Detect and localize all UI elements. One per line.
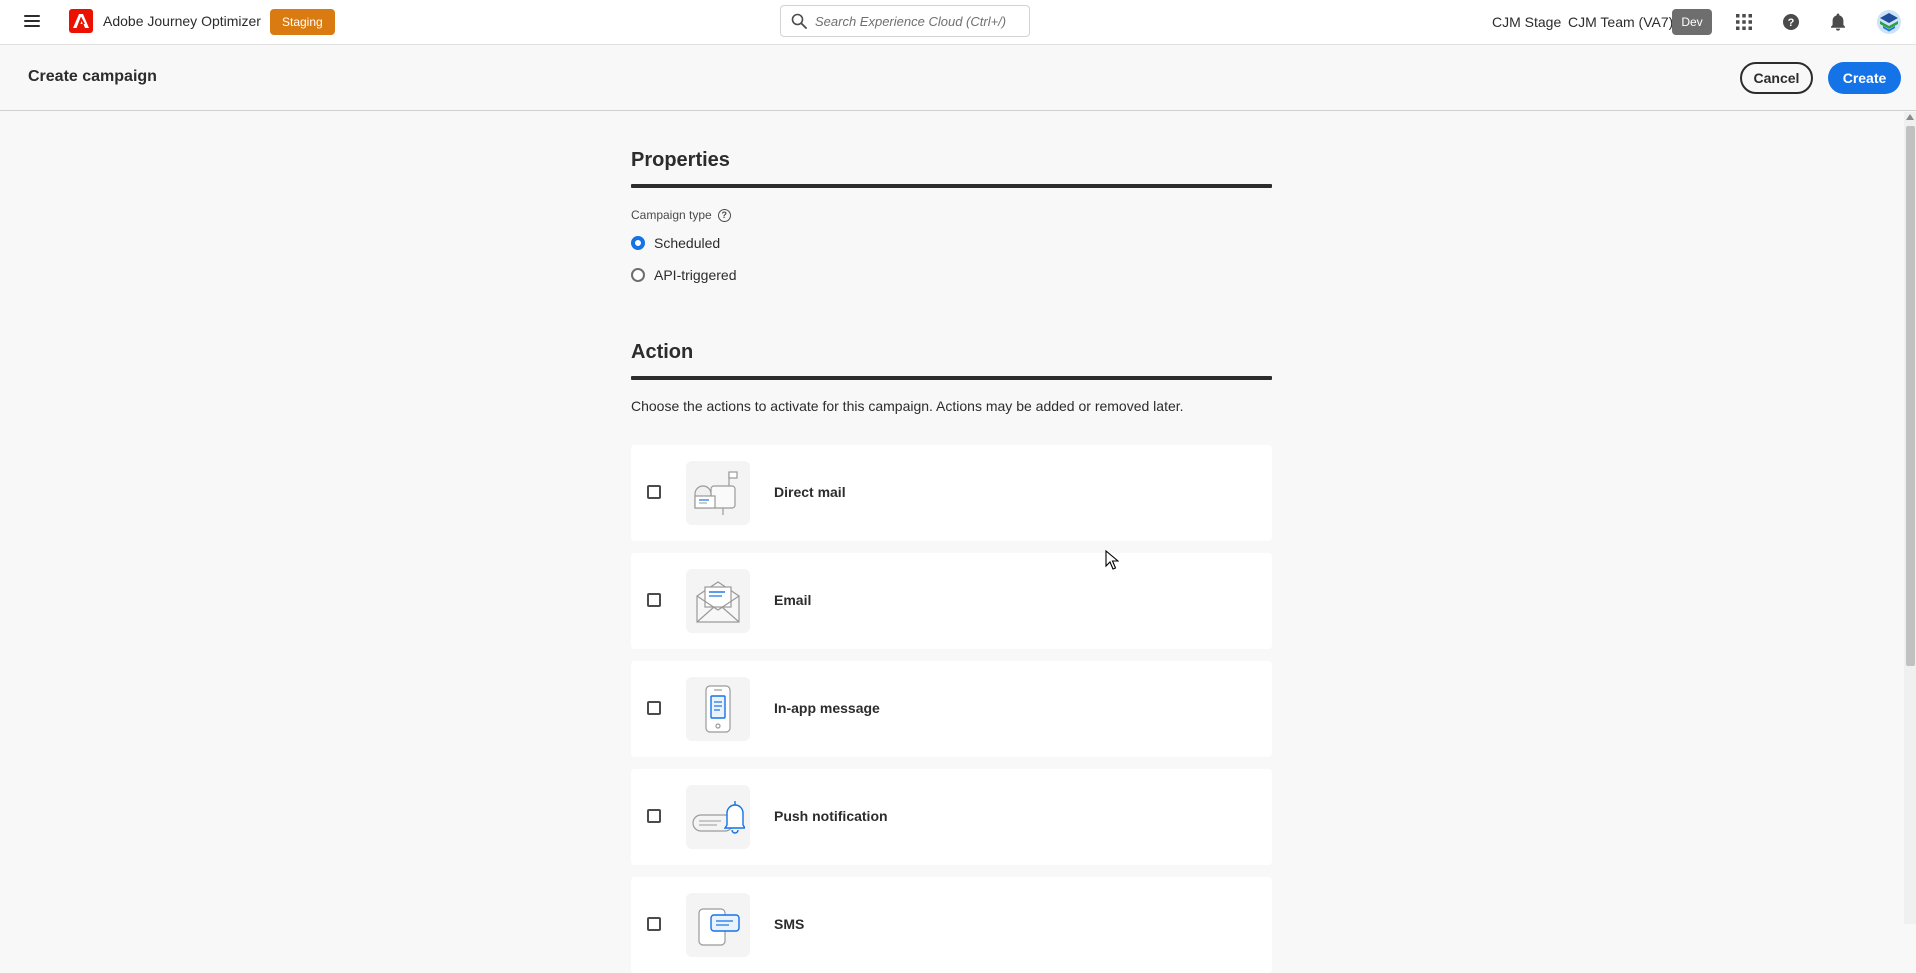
direct-mail-checkbox[interactable] xyxy=(647,485,661,499)
direct-mail-label: Direct mail xyxy=(774,484,846,500)
radio-button-checked[interactable] xyxy=(631,236,645,250)
email-checkbox[interactable] xyxy=(647,593,661,607)
envelope-icon xyxy=(686,569,750,633)
sandbox-badge[interactable]: Dev xyxy=(1672,9,1712,35)
properties-heading: Properties xyxy=(631,149,730,171)
search-icon xyxy=(791,13,807,29)
app-switcher-icon[interactable] xyxy=(1733,11,1755,33)
cancel-button[interactable]: Cancel xyxy=(1740,62,1813,94)
phone-icon xyxy=(686,677,750,741)
action-card-email[interactable]: Email xyxy=(631,553,1272,649)
page-title: Create campaign xyxy=(28,68,157,85)
notifications-bell-icon[interactable] xyxy=(1827,11,1849,33)
create-button[interactable]: Create xyxy=(1828,62,1901,94)
adobe-logo-icon[interactable] xyxy=(69,9,93,33)
search-input[interactable] xyxy=(815,13,1015,29)
org-switcher[interactable]: CJM Stage xyxy=(1492,14,1561,30)
svg-text:?: ? xyxy=(1788,17,1795,29)
sms-label: SMS xyxy=(774,916,805,932)
global-search[interactable] xyxy=(780,5,1030,37)
radio-api-triggered-label: API-triggered xyxy=(654,267,737,283)
email-label: Email xyxy=(774,592,812,608)
push-notification-checkbox[interactable] xyxy=(647,809,661,823)
in-app-message-checkbox[interactable] xyxy=(647,701,661,715)
scrollbar-thumb[interactable] xyxy=(1906,126,1915,666)
action-card-push-notification[interactable]: Push notification xyxy=(631,769,1272,865)
team-switcher[interactable]: CJM Team (VA7) xyxy=(1568,14,1673,30)
radio-button-unchecked[interactable] xyxy=(631,268,645,282)
campaign-type-label-text: Campaign type xyxy=(631,208,712,222)
mailbox-icon xyxy=(686,461,750,525)
shell-header: Adobe Journey Optimizer Staging CJM Stag… xyxy=(0,0,1916,45)
question-circle-icon[interactable]: ? xyxy=(717,208,731,222)
app-name[interactable]: Adobe Journey Optimizer xyxy=(103,13,261,29)
user-avatar[interactable] xyxy=(1876,9,1902,35)
bell-icon xyxy=(686,785,750,849)
in-app-message-label: In-app message xyxy=(774,700,880,716)
campaign-type-label: Campaign type ? xyxy=(631,208,731,222)
hamburger-menu-icon[interactable] xyxy=(22,12,42,32)
sms-icon xyxy=(686,893,750,957)
environment-badge: Staging xyxy=(270,9,335,35)
help-icon[interactable]: ? xyxy=(1780,11,1802,33)
page-header: Create campaign Cancel Create xyxy=(0,46,1916,111)
action-divider xyxy=(631,376,1272,380)
push-notification-label: Push notification xyxy=(774,808,888,824)
mouse-cursor-icon xyxy=(1105,550,1119,570)
action-description: Choose the actions to activate for this … xyxy=(631,398,1184,414)
radio-scheduled-label: Scheduled xyxy=(654,235,721,251)
scroll-up-arrow-icon[interactable] xyxy=(1906,114,1914,120)
action-card-in-app-message[interactable]: In-app message xyxy=(631,661,1272,757)
action-card-sms[interactable]: SMS xyxy=(631,877,1272,973)
properties-divider xyxy=(631,184,1272,188)
action-card-direct-mail[interactable]: Direct mail xyxy=(631,445,1272,541)
radio-scheduled[interactable]: Scheduled xyxy=(631,235,720,251)
action-heading: Action xyxy=(631,341,694,363)
sms-checkbox[interactable] xyxy=(647,917,661,931)
radio-api-triggered[interactable]: API-triggered xyxy=(631,267,736,283)
